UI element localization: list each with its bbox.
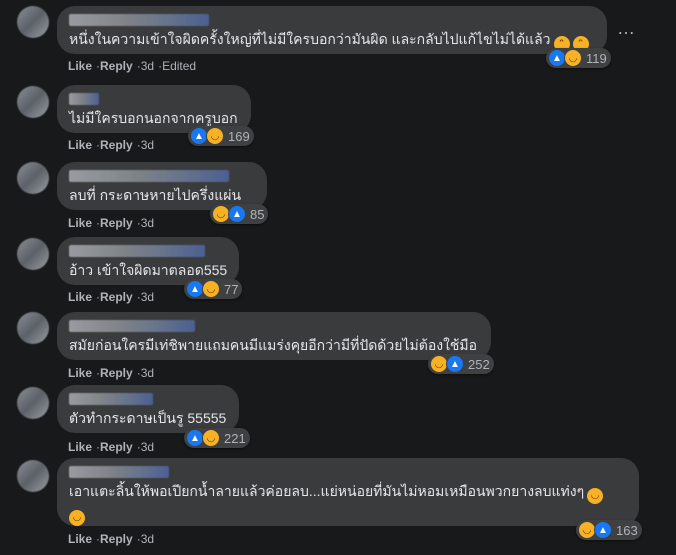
- comment-actions: Like ·Reply ·3d ·Edited: [68, 59, 197, 73]
- reaction-summary[interactable]: ◡ ▲ 252: [428, 354, 494, 374]
- like-link[interactable]: Like: [68, 138, 92, 152]
- comment-bubble: หนึ่งในความเข้าใจผิดครั้งใหญ่ที่ไม่มีใคร…: [57, 6, 607, 54]
- author-name-blurred[interactable]: [69, 245, 205, 257]
- author-name-blurred[interactable]: [69, 170, 229, 182]
- comment-text: สมัยก่อนใครมีเท่ชิพายแถมคนมีแมร่งคุยอีกว…: [69, 337, 478, 353]
- reply-link[interactable]: Reply: [100, 216, 133, 230]
- comment-actions: Like ·Reply ·3d: [68, 532, 155, 546]
- like-reaction-icon: ▲: [228, 205, 246, 223]
- reaction-count: 221: [224, 430, 246, 446]
- author-name-blurred[interactable]: [69, 466, 169, 478]
- comment-actions: Like ·Reply ·3d: [68, 290, 155, 304]
- comment-bubble: เอาแตะลิ้นให้พอเปียกน้ำลายแล้วค่อยลบ...แ…: [57, 458, 639, 526]
- avatar[interactable]: [17, 86, 49, 118]
- reply-link[interactable]: Reply: [100, 59, 133, 73]
- comment-text: อ้าว เข้าใจผิดมาตลอด555: [69, 262, 228, 278]
- like-link[interactable]: Like: [68, 366, 92, 380]
- haha-reaction-icon: ◡: [564, 49, 582, 67]
- reply-link[interactable]: Reply: [100, 440, 133, 454]
- reaction-count: 119: [586, 50, 607, 66]
- reaction-count: 77: [224, 281, 239, 297]
- comment-text: ลบที่ กระดาษหายไปครึ่งแผ่น: [69, 187, 242, 203]
- reply-link[interactable]: Reply: [100, 366, 133, 380]
- reaction-summary[interactable]: ◡ ▲ 85: [210, 204, 269, 224]
- author-name-blurred[interactable]: [69, 93, 99, 105]
- avatar[interactable]: [17, 6, 49, 38]
- reaction-summary[interactable]: ▲ ◡ 169: [188, 126, 254, 146]
- comment-bubble: สมัยก่อนใครมีเท่ชิพายแถมคนมีแมร่งคุยอีกว…: [57, 312, 491, 360]
- avatar[interactable]: [17, 162, 49, 194]
- reaction-count: 85: [250, 206, 265, 222]
- timestamp[interactable]: 3d: [141, 532, 154, 546]
- reply-link[interactable]: Reply: [100, 532, 133, 546]
- comment-bubble: ลบที่ กระดาษหายไปครึ่งแผ่น: [57, 162, 267, 210]
- reply-link[interactable]: Reply: [100, 138, 133, 152]
- author-name-blurred[interactable]: [69, 393, 153, 405]
- reaction-summary[interactable]: ▲ ◡ 77: [184, 279, 243, 299]
- like-link[interactable]: Like: [68, 290, 92, 304]
- like-link[interactable]: Like: [68, 59, 92, 73]
- reaction-count: 169: [228, 128, 250, 144]
- avatar[interactable]: [17, 238, 49, 270]
- laughing-emoji-icon: ◡: [69, 510, 85, 526]
- timestamp[interactable]: 3d: [141, 290, 154, 304]
- like-link[interactable]: Like: [68, 532, 92, 546]
- avatar[interactable]: [17, 312, 49, 344]
- like-reaction-icon: ▲: [446, 355, 464, 373]
- more-options-icon[interactable]: …: [612, 18, 640, 46]
- comment-bubble: ตัวทำกระดาษเป็นรู 55555: [57, 385, 239, 433]
- laughing-emoji-icon: ◡: [587, 488, 604, 504]
- comment-actions: Like ·Reply ·3d: [68, 216, 155, 230]
- timestamp[interactable]: 3d: [141, 138, 154, 152]
- reply-link[interactable]: Reply: [100, 290, 133, 304]
- comment-actions: Like ·Reply ·3d: [68, 138, 155, 152]
- timestamp[interactable]: 3d: [141, 216, 154, 230]
- reaction-count: 163: [616, 522, 638, 538]
- reaction-summary[interactable]: ◡ ▲ 163: [576, 520, 642, 540]
- edited-label[interactable]: Edited: [162, 59, 196, 73]
- avatar[interactable]: [17, 387, 49, 419]
- author-name-blurred[interactable]: [69, 14, 209, 26]
- comment-bubble: อ้าว เข้าใจผิดมาตลอด555: [57, 237, 239, 285]
- like-reaction-icon: ▲: [594, 521, 612, 539]
- avatar[interactable]: [17, 460, 49, 492]
- comment-actions: Like ·Reply ·3d: [68, 440, 155, 454]
- haha-reaction-icon: ◡: [206, 127, 224, 145]
- comment-actions: Like ·Reply ·3d: [68, 366, 155, 380]
- timestamp[interactable]: 3d: [141, 59, 154, 73]
- comment-text: หนึ่งในความเข้าใจผิดครั้งใหญ่ที่ไม่มีใคร…: [69, 31, 551, 47]
- haha-reaction-icon: ◡: [202, 280, 220, 298]
- reaction-summary[interactable]: ▲ ◡ 221: [184, 428, 250, 448]
- comment-text: เอาแตะลิ้นให้พอเปียกน้ำลายแล้วค่อยลบ...แ…: [69, 483, 585, 499]
- author-name-blurred[interactable]: [69, 320, 195, 332]
- like-link[interactable]: Like: [68, 440, 92, 454]
- haha-reaction-icon: ◡: [202, 429, 220, 447]
- reaction-summary[interactable]: ▲ ◡ 119: [546, 48, 611, 68]
- comment-text: ตัวทำกระดาษเป็นรู 55555: [69, 410, 227, 426]
- timestamp[interactable]: 3d: [141, 366, 154, 380]
- like-link[interactable]: Like: [68, 216, 92, 230]
- timestamp[interactable]: 3d: [141, 440, 154, 454]
- reaction-count: 252: [468, 356, 490, 372]
